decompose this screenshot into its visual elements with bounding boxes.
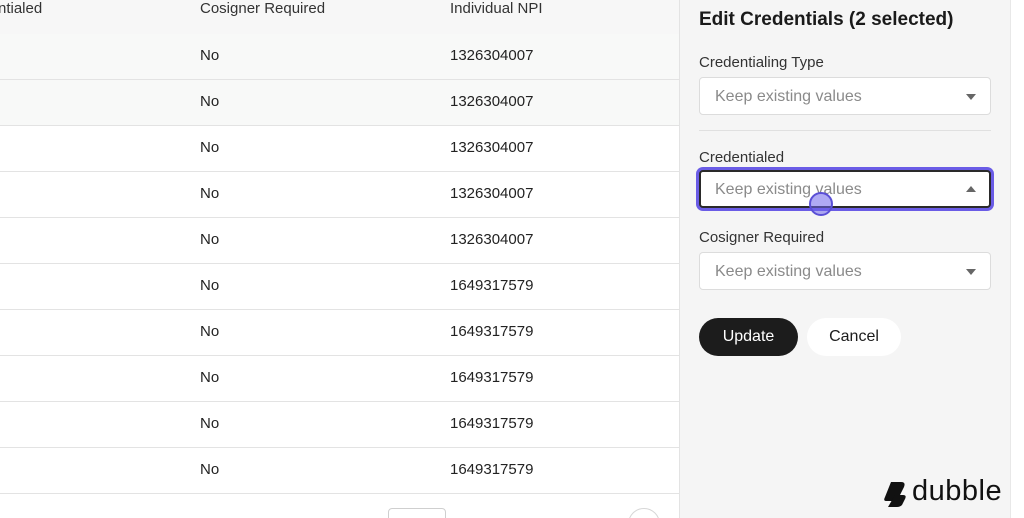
dubble-logo-icon (884, 482, 906, 507)
table-row[interactable]: No 1649317579 (0, 402, 679, 448)
chevron-down-icon (966, 269, 976, 275)
cosigner-cell: No (200, 47, 220, 64)
panel-edge (1010, 0, 1024, 518)
cursor-indicator (809, 192, 833, 216)
table-row[interactable]: No 1326304007 (0, 80, 679, 126)
credentialed-value: Keep existing values (715, 181, 862, 198)
chevron-down-icon (966, 94, 976, 100)
page-size-select[interactable] (388, 508, 446, 518)
cosigner-cell: No (200, 323, 220, 340)
chevron-up-icon (966, 186, 976, 192)
credentialed-label: Credentialed (699, 149, 785, 166)
table-row[interactable]: No 1326304007 (0, 172, 679, 218)
pagination-button[interactable] (628, 508, 660, 518)
table-header: ntialed Cosigner Required Individual NPI (0, 0, 679, 35)
npi-cell: 1326304007 (450, 139, 534, 156)
divider (699, 130, 991, 131)
cosigner-cell: No (200, 93, 220, 110)
npi-cell: 1649317579 (450, 277, 534, 294)
table-row[interactable]: No 1326304007 (0, 34, 679, 80)
cosigner-required-select[interactable]: Keep existing values (699, 252, 991, 290)
cosigner-cell: No (200, 185, 220, 202)
cosigner-required-value: Keep existing values (715, 263, 862, 280)
credentialed-select[interactable]: Keep existing values (699, 170, 991, 208)
cosigner-cell: No (200, 231, 220, 248)
npi-cell: 1649317579 (450, 415, 534, 432)
column-header-individual-npi[interactable]: Individual NPI (450, 0, 543, 17)
update-button[interactable]: Update (699, 318, 798, 356)
credentialing-type-value: Keep existing values (715, 88, 862, 105)
cosigner-cell: No (200, 415, 220, 432)
edit-credentials-panel: Edit Credentials (2 selected) Credential… (679, 0, 1010, 518)
table-row[interactable]: No 1649317579 (0, 356, 679, 402)
cosigner-required-label: Cosigner Required (699, 229, 825, 246)
cosigner-cell: No (200, 369, 220, 386)
panel-title: Edit Credentials (2 selected) (699, 9, 954, 30)
credentials-table: ntialed Cosigner Required Individual NPI… (0, 0, 679, 518)
table-row[interactable]: No 1649317579 (0, 448, 679, 494)
npi-cell: 1649317579 (450, 461, 534, 478)
credentialing-type-select[interactable]: Keep existing values (699, 77, 991, 115)
cosigner-cell: No (200, 139, 220, 156)
npi-cell: 1326304007 (450, 93, 534, 110)
table-row[interactable]: No 1326304007 (0, 218, 679, 264)
table-row[interactable]: No 1649317579 (0, 264, 679, 310)
npi-cell: 1326304007 (450, 185, 534, 202)
cancel-button[interactable]: Cancel (807, 318, 901, 356)
brand-name: dubble (912, 475, 1003, 507)
cosigner-cell: No (200, 277, 220, 294)
credentialing-type-label: Credentialing Type (699, 54, 824, 71)
table-row[interactable]: No 1326304007 (0, 126, 679, 172)
npi-cell: 1649317579 (450, 369, 534, 386)
npi-cell: 1649317579 (450, 323, 534, 340)
cosigner-cell: No (200, 461, 220, 478)
npi-cell: 1326304007 (450, 47, 534, 64)
column-header-cosigner-required[interactable]: Cosigner Required (200, 0, 325, 17)
npi-cell: 1326304007 (450, 231, 534, 248)
column-header-credentialed[interactable]: ntialed (0, 0, 42, 17)
table-row[interactable]: No 1649317579 (0, 310, 679, 356)
